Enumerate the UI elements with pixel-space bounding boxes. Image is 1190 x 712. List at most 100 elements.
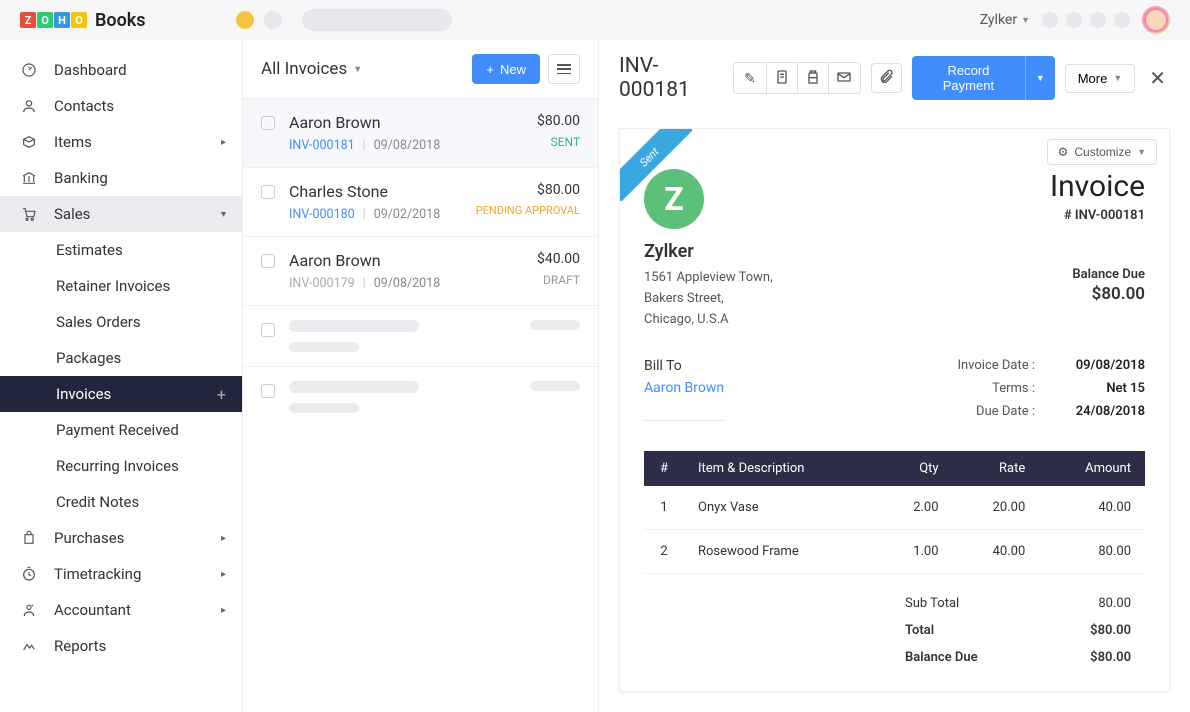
sidebar-item-timetracking[interactable]: Timetracking: [0, 556, 242, 592]
mail-icon: [836, 69, 852, 88]
sidebar-item-label: Sales: [54, 205, 90, 223]
sidebar-item-dashboard[interactable]: Dashboard: [0, 52, 242, 88]
invoice-row[interactable]: Aaron BrownINV-000181|09/08/2018$80.00SE…: [243, 98, 598, 167]
row-right: $80.00SENT: [537, 113, 580, 153]
addr-line: 1561 Appleview Town,: [644, 268, 773, 289]
user-avatar[interactable]: [1142, 6, 1170, 34]
placeholder-dot: [236, 11, 254, 29]
main-layout: Dashboard Contacts Items Banking Sales Estima…: [0, 40, 1190, 712]
total-value: 80.00: [1098, 596, 1131, 611]
logo-tile: Z: [20, 12, 36, 28]
sidebar-subitem-retainer-invoices[interactable]: Retainer Invoices: [0, 268, 242, 304]
edit-button[interactable]: ✎: [734, 63, 765, 93]
row-checkbox[interactable]: [261, 185, 275, 199]
sidebar-item-purchases[interactable]: Purchases: [0, 520, 242, 556]
email-button[interactable]: [828, 63, 859, 93]
record-payment-dropdown[interactable]: ▼: [1025, 56, 1055, 100]
new-button-label: New: [500, 62, 526, 77]
list-filter-dropdown[interactable]: All Invoices ▼: [261, 59, 362, 79]
sidebar-item-banking[interactable]: Banking: [0, 160, 242, 196]
sidebar-item-label: Dashboard: [54, 61, 127, 79]
invoice-row[interactable]: Charles StoneINV-000180|09/02/2018$80.00…: [243, 167, 598, 236]
sidebar-item-label: Banking: [54, 169, 108, 187]
topbar-right: Zylker ▼: [980, 6, 1170, 34]
placeholder-icon: [1114, 12, 1130, 28]
record-payment-button-group: Record Payment ▼: [912, 56, 1055, 100]
chevron-down-icon: ▼: [1021, 15, 1030, 26]
app-logo[interactable]: Z O H O Books: [20, 10, 146, 31]
invoice-status: PENDING APPROVAL: [476, 204, 580, 217]
bill-to-block: Bill To Aaron Brown: [644, 358, 724, 427]
sidebar-item-items[interactable]: Items: [0, 124, 242, 160]
item-amount: 40.00: [1039, 486, 1145, 530]
document-icon: [774, 69, 790, 88]
col-description: Item & Description: [684, 451, 876, 486]
detail-header: INV-000181 ✎ Record Payment ▼ More ▼ ✕: [599, 40, 1190, 116]
total-row: Balance Due$80.00: [905, 644, 1145, 671]
meta-row: Due Date : 24/08/2018: [957, 404, 1145, 419]
logo-tile: H: [54, 12, 70, 28]
attachment-button[interactable]: [871, 63, 902, 93]
invoice-number: INV-000179: [289, 276, 355, 291]
sidebar-item-accountant[interactable]: Accountant: [0, 592, 242, 628]
bill-to-name[interactable]: Aaron Brown: [644, 380, 724, 396]
sidebar-item-label: Accountant: [54, 601, 131, 619]
item-qty: 2.00: [876, 486, 952, 530]
row-body: Aaron BrownINV-000179|09/08/2018: [289, 251, 537, 291]
meta-row: Terms :Net 15: [957, 381, 1145, 396]
invoice-list-pane: All Invoices ▼ + New Aaron BrownINV-0001…: [243, 40, 599, 712]
sidebar-item-sales[interactable]: Sales: [0, 196, 242, 232]
row-checkbox[interactable]: [261, 116, 275, 130]
time-icon: [20, 565, 38, 583]
placeholder-dot: [264, 11, 282, 29]
gear-icon: ⚙: [1058, 145, 1069, 159]
total-label: Total: [905, 623, 934, 638]
document-meta: Bill To Aaron Brown Invoice Date :09/08/…: [644, 358, 1145, 427]
total-row: Sub Total80.00: [905, 590, 1145, 617]
row-right: $80.00PENDING APPROVAL: [476, 182, 580, 222]
pdf-button[interactable]: [766, 63, 797, 93]
meta-label: Invoice Date :: [957, 358, 1035, 373]
avatar-image: [1144, 8, 1168, 32]
sidebar-item-label: Items: [54, 133, 92, 151]
sidebar-item-reports[interactable]: Reports: [0, 628, 242, 664]
row-meta: INV-000179|09/08/2018: [289, 276, 537, 291]
row-checkbox[interactable]: [261, 254, 275, 268]
new-invoice-button[interactable]: + New: [472, 54, 540, 84]
customize-button[interactable]: ⚙ Customize ▼: [1047, 139, 1157, 165]
line-item-row: 1Onyx Vase2.0020.0040.00: [644, 486, 1145, 530]
invoice-row[interactable]: Aaron BrownINV-000179|09/08/2018$40.00DR…: [243, 236, 598, 305]
sidebar-subitem-sales-orders[interactable]: Sales Orders: [0, 304, 242, 340]
sidebar-item-contacts[interactable]: Contacts: [0, 88, 242, 124]
line-item-row: 2Rosewood Frame1.0040.0080.00: [644, 530, 1145, 574]
printer-icon: [805, 69, 821, 88]
list-header: All Invoices ▼ + New: [243, 40, 598, 98]
print-button[interactable]: [797, 63, 828, 93]
sidebar-subitem-recurring-invoices[interactable]: Recurring Invoices: [0, 448, 242, 484]
org-switcher[interactable]: Zylker ▼: [980, 12, 1030, 28]
meta-row: Invoice Date :09/08/2018: [957, 358, 1145, 373]
placeholder-icon: [1042, 12, 1058, 28]
logo-tile: O: [71, 12, 87, 28]
action-icon-group: ✎: [733, 62, 860, 94]
list-view-button[interactable]: [548, 54, 580, 84]
meta-value: 24/08/2018: [1065, 404, 1145, 419]
document-title: Invoice: [1050, 169, 1145, 204]
divider: [644, 420, 724, 421]
customer-name: Charles Stone: [289, 182, 476, 201]
sidebar-subitem-estimates[interactable]: Estimates: [0, 232, 242, 268]
invoice-date: 09/08/2018: [374, 138, 441, 153]
close-button[interactable]: ✕: [1145, 66, 1170, 90]
sidebar-subitem-credit-notes[interactable]: Credit Notes: [0, 484, 242, 520]
meta-label: Terms :: [992, 381, 1035, 396]
sidebar-subitem-invoices[interactable]: Invoices: [0, 376, 242, 412]
sidebar-subitem-packages[interactable]: Packages: [0, 340, 242, 376]
meta-label: Due Date :: [976, 404, 1035, 419]
more-button[interactable]: More ▼: [1065, 64, 1136, 93]
item-description: Onyx Vase: [684, 486, 876, 530]
sidebar-subitem-payment-received[interactable]: Payment Received: [0, 412, 242, 448]
invoice-amount: $80.00: [537, 113, 580, 129]
invoice-row-skeleton: xxx: [243, 366, 598, 427]
record-payment-button[interactable]: Record Payment: [912, 56, 1025, 100]
chevron-down-icon: ▼: [1113, 73, 1122, 83]
